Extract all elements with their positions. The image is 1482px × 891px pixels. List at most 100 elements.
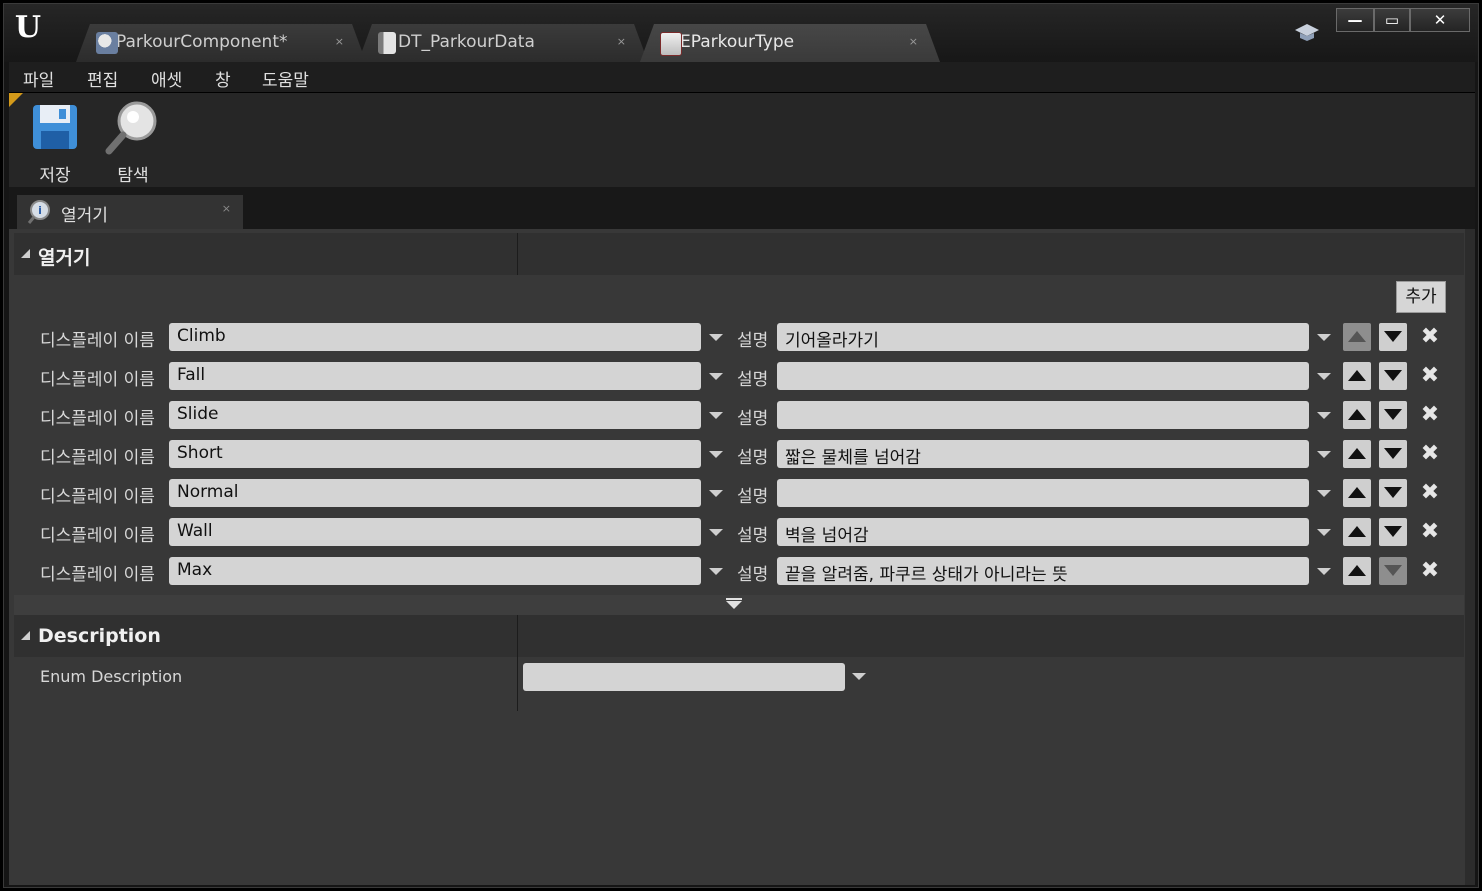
description-input[interactable]: 짧은 물체를 넘어감 <box>777 440 1309 468</box>
browse-button[interactable]: 탐색 <box>97 99 169 186</box>
tab-parkour-component[interactable]: ParkourComponent* × <box>76 24 366 62</box>
collapse-arrow-icon[interactable] <box>21 249 30 258</box>
dropdown-arrow-icon[interactable] <box>709 451 723 458</box>
move-down-button[interactable] <box>1379 557 1407 585</box>
expand-more-bar[interactable] <box>14 595 1464 615</box>
move-down-button[interactable] <box>1379 479 1407 507</box>
arrow-down-icon <box>1384 448 1402 459</box>
dropdown-arrow-icon[interactable] <box>709 568 723 575</box>
description-input[interactable] <box>777 401 1309 429</box>
dropdown-arrow-icon[interactable] <box>709 490 723 497</box>
enumerator-row: 디스플레이 이름 Slide 설명 ✖ <box>9 401 1459 431</box>
description-input[interactable]: 끝을 알려줌, 파쿠르 상태가 아니라는 뜻 <box>777 557 1309 585</box>
menu-file[interactable]: 파일 <box>23 66 54 91</box>
delete-enumerator-button[interactable]: ✖ <box>1419 401 1441 429</box>
enum-description-field[interactable] <box>523 663 845 691</box>
toolbar: 저장 탐색 <box>9 93 1475 187</box>
dropdown-arrow-icon[interactable] <box>709 334 723 341</box>
tab-eparkour-type[interactable]: EParkourType × <box>640 24 940 62</box>
dropdown-arrow-icon[interactable] <box>1317 451 1331 458</box>
display-name-label: 디스플레이 이름 <box>40 526 155 546</box>
tab-label: DT_ParkourData <box>398 32 535 52</box>
move-down-button[interactable] <box>1379 323 1407 351</box>
details-magnifier-icon: i <box>27 200 50 224</box>
description-category-header[interactable]: Description <box>14 615 1464 657</box>
close-icon[interactable]: × <box>909 24 918 60</box>
dropdown-arrow-icon[interactable] <box>1317 412 1331 419</box>
dropdown-arrow-icon[interactable] <box>1317 490 1331 497</box>
enumerators-title: 열거기 <box>38 247 91 269</box>
close-window-button[interactable]: ✕ <box>1410 8 1470 32</box>
move-up-button[interactable] <box>1343 323 1371 351</box>
move-up-button[interactable] <box>1343 557 1371 585</box>
arrow-up-icon <box>1348 448 1366 459</box>
description-label: 설명 <box>737 565 769 585</box>
editor-window: U ParkourComponent* × DT_ParkourData × E… <box>3 3 1479 888</box>
svg-text:i: i <box>38 204 42 217</box>
add-enumerator-button[interactable]: 추가 <box>1396 281 1446 313</box>
dropdown-arrow-icon[interactable] <box>1317 529 1331 536</box>
menu-edit[interactable]: 편집 <box>87 66 118 91</box>
datatable-icon <box>378 32 396 54</box>
learn-cap-icon[interactable] <box>1294 22 1320 42</box>
vertical-scrollbar[interactable] <box>1465 229 1475 885</box>
close-icon[interactable]: × <box>222 202 231 215</box>
move-down-button[interactable] <box>1379 518 1407 546</box>
menu-help[interactable]: 도움말 <box>262 66 309 91</box>
description-input[interactable] <box>777 362 1309 390</box>
enumerator-row: 디스플레이 이름 Max 설명 끝을 알려줌, 파쿠르 상태가 아니라는 뜻 ✖ <box>9 557 1459 587</box>
tab-details[interactable]: i 열거기 × <box>17 195 243 229</box>
move-down-button[interactable] <box>1379 401 1407 429</box>
dropdown-arrow-icon[interactable] <box>1317 373 1331 380</box>
description-input[interactable] <box>777 479 1309 507</box>
column-divider <box>517 615 518 711</box>
description-label: 설명 <box>737 487 769 507</box>
save-label: 저장 <box>39 166 71 186</box>
arrow-down-icon <box>1384 565 1402 576</box>
menu-bar: 파일 편집 애셋 창 도움말 <box>9 62 1475 93</box>
delete-enumerator-button[interactable]: ✖ <box>1419 479 1441 507</box>
menu-window[interactable]: 창 <box>215 66 231 91</box>
display-name-input[interactable]: Short <box>169 440 701 468</box>
move-up-button[interactable] <box>1343 518 1371 546</box>
enumerators-category-header[interactable]: 열거기 <box>14 233 1464 275</box>
description-input[interactable]: 벽을 넘어감 <box>777 518 1309 546</box>
dropdown-arrow-icon[interactable] <box>709 529 723 536</box>
move-up-button[interactable] <box>1343 479 1371 507</box>
dropdown-arrow-icon[interactable] <box>709 373 723 380</box>
move-down-button[interactable] <box>1379 362 1407 390</box>
display-name-input[interactable]: Slide <box>169 401 701 429</box>
save-button[interactable]: 저장 <box>19 99 91 186</box>
delete-enumerator-button[interactable]: ✖ <box>1419 518 1441 546</box>
close-icon[interactable]: × <box>617 24 626 60</box>
menu-asset[interactable]: 애셋 <box>151 66 182 91</box>
move-up-button[interactable] <box>1343 362 1371 390</box>
minimize-button[interactable]: — <box>1336 8 1374 32</box>
arrow-down-icon <box>1384 409 1402 420</box>
delete-enumerator-button[interactable]: ✖ <box>1419 557 1441 585</box>
tab-label: ParkourComponent* <box>116 32 288 52</box>
move-up-button[interactable] <box>1343 401 1371 429</box>
display-name-input[interactable]: Climb <box>169 323 701 351</box>
dropdown-arrow-icon[interactable] <box>709 412 723 419</box>
browse-label: 탐색 <box>117 166 149 186</box>
display-name-input[interactable]: Normal <box>169 479 701 507</box>
blueprint-icon <box>96 32 118 54</box>
delete-enumerator-button[interactable]: ✖ <box>1419 323 1441 351</box>
close-icon[interactable]: × <box>335 24 344 60</box>
collapse-arrow-icon[interactable] <box>21 631 30 640</box>
delete-enumerator-button[interactable]: ✖ <box>1419 362 1441 390</box>
dropdown-arrow-icon[interactable] <box>1317 568 1331 575</box>
display-name-input[interactable]: Fall <box>169 362 701 390</box>
arrow-up-icon <box>1348 370 1366 381</box>
dropdown-arrow-icon[interactable] <box>1317 334 1331 341</box>
move-up-button[interactable] <box>1343 440 1371 468</box>
dropdown-arrow-icon[interactable] <box>852 673 866 680</box>
move-down-button[interactable] <box>1379 440 1407 468</box>
delete-enumerator-button[interactable]: ✖ <box>1419 440 1441 468</box>
maximize-button[interactable]: ▭ <box>1374 8 1410 32</box>
tab-dt-parkour-data[interactable]: DT_ParkourData × <box>358 24 648 62</box>
display-name-input[interactable]: Max <box>169 557 701 585</box>
display-name-input[interactable]: Wall <box>169 518 701 546</box>
description-input[interactable]: 기어올라가기 <box>777 323 1309 351</box>
